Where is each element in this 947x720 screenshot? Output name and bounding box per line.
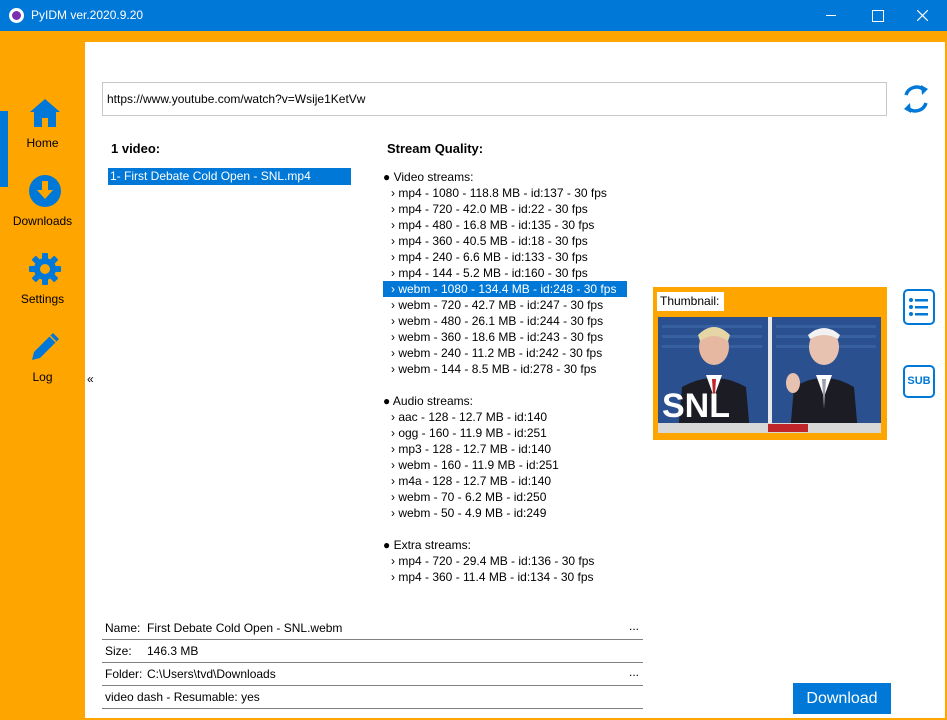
playlist-button[interactable] (903, 289, 935, 325)
stream-list: ● Video streams: › mp4 - 1080 - 118.8 MB… (383, 169, 627, 585)
close-icon (917, 10, 928, 21)
sidebar-item-home[interactable]: Home (0, 88, 85, 160)
refresh-button[interactable] (897, 80, 935, 118)
stream-item[interactable]: › mp4 - 240 - 6.6 MB - id:133 - 30 fps (383, 249, 627, 265)
snl-logo: SNL (662, 387, 730, 425)
stream-item[interactable]: › webm - 50 - 4.9 MB - id:249 (383, 505, 627, 521)
stream-info: video dash - Resumable: yes (105, 690, 260, 704)
folder-browse-button[interactable]: ... (629, 661, 639, 684)
name-value: First Debate Cold Open - SNL.webm (147, 621, 343, 635)
size-key: Size: (105, 644, 132, 658)
folder-value: C:\Users\tvd\Downloads (147, 667, 276, 681)
stream-item[interactable]: › webm - 480 - 26.1 MB - id:244 - 30 fps (383, 313, 627, 329)
stream-item[interactable]: › mp4 - 480 - 16.8 MB - id:135 - 30 fps (383, 217, 627, 233)
window-title: PyIDM ver.2020.9.20 (31, 8, 144, 22)
stream-item[interactable]: › m4a - 128 - 12.7 MB - id:140 (383, 473, 627, 489)
thumbnail-picture: SNL (658, 317, 881, 433)
info-row: video dash - Resumable: yes (102, 686, 643, 709)
minimize-button[interactable] (808, 0, 854, 31)
stream-item[interactable]: › webm - 240 - 11.2 MB - id:242 - 30 fps (383, 345, 627, 361)
size-value: 146.3 MB (147, 644, 199, 658)
url-input[interactable]: https://www.youtube.com/watch?v=Wsije1Ke… (102, 82, 887, 116)
rename-button[interactable]: ... (629, 615, 639, 638)
maximize-button[interactable] (854, 0, 900, 31)
stream-item-selected[interactable]: › webm - 1080 - 134.4 MB - id:248 - 30 f… (383, 281, 627, 297)
name-key: Name: (105, 621, 141, 635)
stream-item[interactable]: › mp4 - 720 - 29.4 MB - id:136 - 30 fps (383, 553, 627, 569)
thumbnail-image: SNL (658, 317, 881, 433)
stream-item[interactable]: › mp4 - 1080 - 118.8 MB - id:137 - 30 fp… (383, 185, 627, 201)
stream-item[interactable]: › mp3 - 128 - 12.7 MB - id:140 (383, 441, 627, 457)
stream-quality-title: Stream Quality: (387, 141, 484, 156)
video-list-item[interactable]: 1- First Debate Cold Open - SNL.mp4 (108, 168, 351, 185)
stream-item[interactable]: › webm - 70 - 6.2 MB - id:250 (383, 489, 627, 505)
stream-item[interactable]: › mp4 - 720 - 42.0 MB - id:22 - 30 fps (383, 201, 627, 217)
extra-streams-header: ● Extra streams: (383, 538, 471, 552)
stream-item[interactable]: › webm - 160 - 11.9 MB - id:251 (383, 457, 627, 473)
audio-streams-header: ● Audio streams: (383, 394, 473, 408)
pencil-icon (32, 333, 59, 360)
stream-item[interactable]: › webm - 720 - 42.7 MB - id:247 - 30 fps (383, 297, 627, 313)
sidebar-item-settings[interactable]: Settings (0, 244, 85, 316)
refresh-icon (904, 85, 928, 113)
sidebar-item-label: Log (32, 370, 53, 384)
stream-item[interactable]: › aac - 128 - 12.7 MB - id:140 (383, 409, 627, 425)
sidebar-item-label: Home (26, 136, 59, 150)
sidebar-item-log[interactable]: Log (0, 322, 85, 394)
app-icon (9, 8, 24, 23)
video-count-label: 1 video: (111, 141, 161, 156)
stream-item[interactable]: › ogg - 160 - 11.9 MB - id:251 (383, 425, 627, 441)
stream-item[interactable]: › mp4 - 360 - 11.4 MB - id:134 - 30 fps (383, 569, 627, 585)
home-icon (30, 99, 60, 127)
gear-icon (29, 253, 61, 285)
download-button[interactable]: Download (793, 683, 891, 714)
thumbnail-label: Thumbnail: (657, 292, 724, 311)
sidebar-item-label: Settings (20, 292, 65, 306)
video-streams-header: ● Video streams: (383, 170, 474, 184)
list-icon (909, 298, 928, 316)
subtitles-button[interactable]: SUB (903, 365, 935, 398)
sidebar-item-label: Downloads (12, 214, 73, 228)
close-button[interactable] (900, 0, 946, 31)
stream-item[interactable]: › webm - 360 - 18.6 MB - id:243 - 30 fps (383, 329, 627, 345)
size-row: Size: 146.3 MB (102, 640, 643, 663)
download-icon (29, 175, 61, 207)
folder-key: Folder: (105, 667, 143, 681)
sidebar-collapse-toggle[interactable]: « (87, 372, 94, 386)
stream-item[interactable]: › mp4 - 144 - 5.2 MB - id:160 - 30 fps (383, 265, 627, 281)
stream-item[interactable]: › webm - 144 - 8.5 MB - id:278 - 30 fps (383, 361, 627, 377)
title-bar: PyIDM ver.2020.9.20 (0, 0, 947, 31)
sidebar-item-downloads[interactable]: Downloads (0, 166, 85, 238)
stream-item[interactable]: › mp4 - 360 - 40.5 MB - id:18 - 30 fps (383, 233, 627, 249)
folder-row: Folder: C:\Users\tvd\Downloads ... (102, 663, 643, 686)
name-row: Name: First Debate Cold Open - SNL.webm … (102, 617, 643, 640)
